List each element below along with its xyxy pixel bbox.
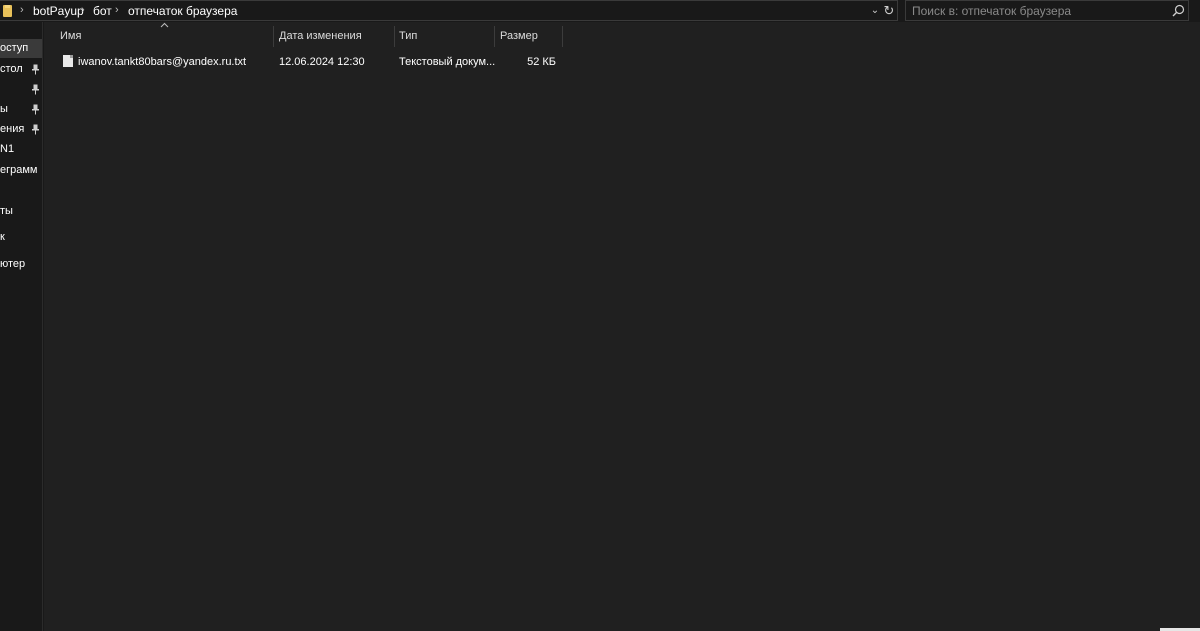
nav-item-label: к — [0, 231, 5, 243]
nav-item[interactable]: N1 — [0, 140, 42, 159]
column-header-date[interactable]: Дата изменения — [274, 25, 394, 47]
file-name: iwanov.tankt80bars@yandex.ru.txt — [78, 56, 247, 68]
file-date: 12.06.2024 12:30 — [279, 56, 365, 68]
breadcrumb-item[interactable]: botPayup — [33, 4, 84, 18]
text-file-icon — [63, 55, 73, 67]
nav-item-label: оступ — [0, 42, 29, 54]
chevron-right-icon[interactable]: › — [115, 4, 119, 16]
nav-item[interactable]: ты — [0, 202, 42, 221]
nav-item-label: еграмм — [0, 164, 38, 176]
column-header-type[interactable]: Тип — [394, 25, 494, 47]
nav-item[interactable]: ы — [0, 100, 42, 119]
breadcrumb-item[interactable]: бот — [93, 4, 112, 18]
pin-icon[interactable] — [31, 124, 40, 135]
search-input[interactable] — [906, 1, 1166, 20]
search-box[interactable] — [905, 0, 1189, 21]
nav-item[interactable]: оступ — [0, 39, 42, 58]
table-row[interactable]: iwanov.tankt80bars@yandex.ru.txt 12.06.2… — [55, 52, 563, 72]
navigation-pane: оступ стол ы ения N1 еграмм ты к ютер — [0, 22, 43, 631]
nav-item[interactable]: к — [0, 228, 42, 247]
nav-item-label: ы — [0, 103, 8, 115]
chevron-right-icon[interactable]: › — [81, 4, 85, 16]
refresh-icon[interactable]: ↻ — [882, 3, 896, 18]
column-header-size[interactable]: Размер — [495, 25, 562, 47]
chevron-down-icon[interactable]: ⌄ — [869, 3, 881, 18]
file-list: Имя Дата изменения Тип Размер iwanov.tan… — [44, 22, 1200, 631]
folder-icon — [3, 5, 12, 17]
nav-item-label: ютер — [0, 258, 26, 270]
toolbar: › botPayup › бот › отпечаток браузера ⌄ … — [0, 0, 1200, 22]
pin-icon[interactable] — [31, 84, 40, 95]
nav-item-label: ения — [0, 123, 25, 135]
chevron-right-icon[interactable]: › — [20, 4, 24, 16]
address-bar[interactable]: › botPayup › бот › отпечаток браузера ⌄ … — [0, 0, 898, 21]
column-divider[interactable] — [562, 26, 563, 47]
column-header-name[interactable]: Имя — [55, 25, 273, 47]
nav-item-label: ты — [0, 205, 13, 217]
nav-item[interactable]: еграмм — [0, 161, 42, 180]
nav-item[interactable]: ютер — [0, 255, 42, 274]
search-icon[interactable] — [1172, 4, 1185, 17]
nav-item[interactable] — [0, 80, 42, 99]
file-type: Текстовый докум... — [399, 56, 496, 68]
pin-icon[interactable] — [31, 64, 40, 75]
pin-icon[interactable] — [31, 104, 40, 115]
file-size: 52 КБ — [527, 56, 556, 68]
nav-item[interactable]: ения — [0, 120, 42, 139]
nav-item-label: стол — [0, 63, 23, 75]
nav-item-label: N1 — [0, 143, 15, 155]
breadcrumb-item[interactable]: отпечаток браузера — [128, 4, 237, 18]
nav-item[interactable]: стол — [0, 60, 42, 79]
